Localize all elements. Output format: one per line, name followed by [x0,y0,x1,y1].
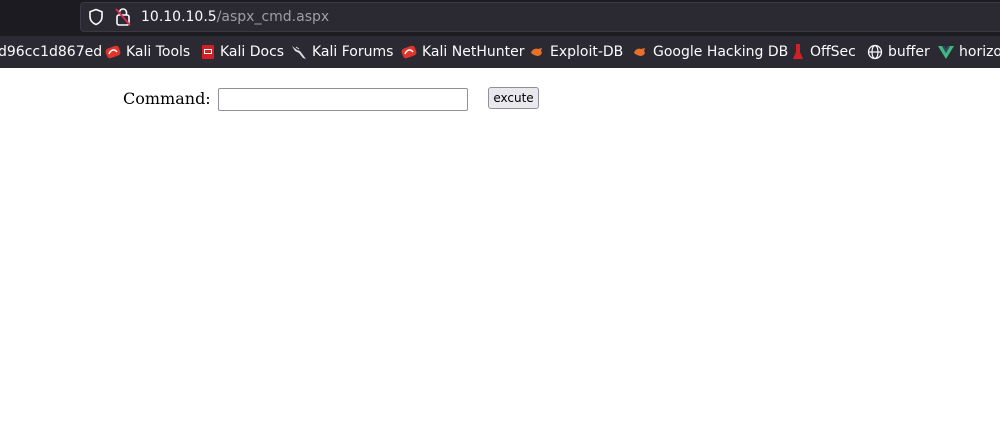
exploit-db-icon [634,48,645,56]
bookmarks-toolbar: d96cc1d867ed Kali Tools Kali Docs Kali F… [0,36,1000,68]
url-path: /aspx_cmd.aspx [216,9,330,25]
bookmark-kali-docs[interactable]: Kali Docs [201,36,284,68]
bookmark-label: Kali Docs [220,44,285,60]
bookmark-label: buffer [888,44,930,60]
command-label: Command: [123,89,211,108]
bookmark-label: Google Hacking DB [653,44,789,60]
address-bar-row: 10.10.10.5/aspx_cmd.aspx [0,0,1000,36]
bookmark-label: OffSec [810,44,856,60]
url-text[interactable]: 10.10.10.5/aspx_cmd.aspx [141,7,329,27]
bookmark-kali-forums[interactable]: Kali Forums [291,36,393,68]
shield-icon[interactable] [87,8,105,26]
bookmark-offsec[interactable]: OffSec [791,36,856,68]
kali-dragon-icon [292,46,306,59]
bookmark-label: Kali Forums [312,44,394,60]
bookmark-horizon[interactable]: horizo [938,36,1000,68]
kali-docs-icon [202,45,214,59]
bookmark-exploit-db[interactable]: Exploit-DB [529,36,623,68]
url-host: 10.10.10.5 [141,9,217,25]
offsec-icon [793,44,803,59]
execute-button[interactable]: excute [488,87,539,109]
globe-icon [867,44,883,60]
bookmark-buffer[interactable]: buffer [867,36,930,68]
kali-icon [105,45,121,59]
kali-icon [401,45,417,59]
command-input[interactable] [218,88,468,111]
bookmark-label: Kali Tools [126,44,191,60]
bookmark-kali-nethunter[interactable]: Kali NetHunter [401,36,524,68]
exploit-db-icon [531,48,542,56]
bookmark-label: Exploit-DB [550,44,624,60]
bookmark-label: Kali NetHunter [422,44,525,60]
bookmark-label: horizo [959,44,1000,60]
insecure-lock-icon[interactable] [114,7,132,27]
bookmark-kali-tools[interactable]: Kali Tools [105,36,190,68]
vue-icon [938,46,954,59]
bookmark-google-hacking-db[interactable]: Google Hacking DB [632,36,788,68]
bookmark-label: d96cc1d867ed [0,44,103,60]
page-content: Command: excute [0,68,1000,425]
bookmark-d96cc1d867ed[interactable]: d96cc1d867ed [0,36,102,68]
